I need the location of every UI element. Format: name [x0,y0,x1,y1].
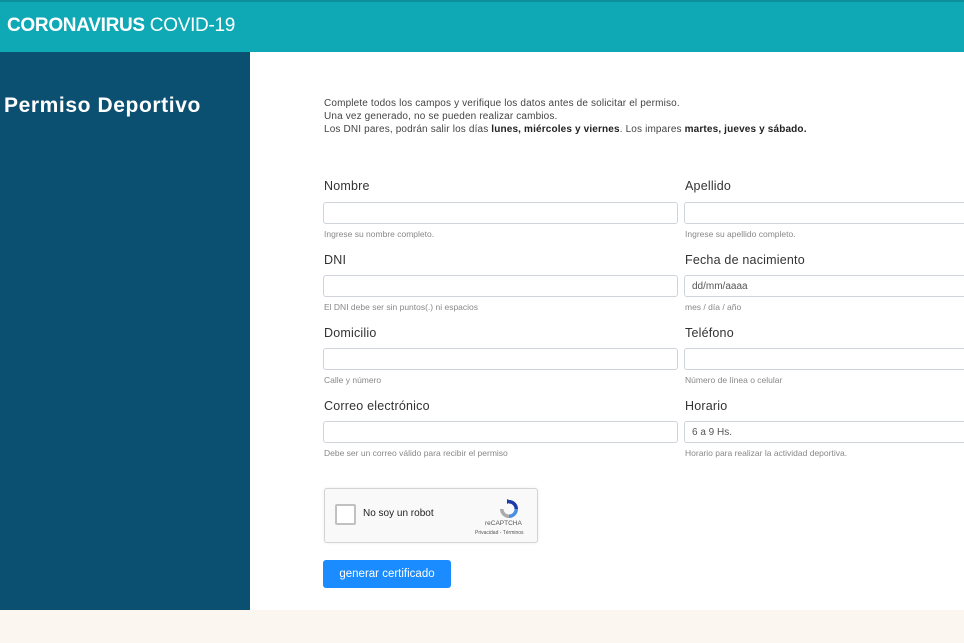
correo-input[interactable] [323,421,678,443]
intro-line-3: Los DNI pares, podrán salir los días lun… [324,123,807,136]
domicilio-label: Domicilio [324,326,377,340]
nombre-input[interactable] [323,202,678,224]
main-content: Complete todos los campos y verifique lo… [250,52,964,610]
apellido-label: Apellido [685,179,732,193]
telefono-help: Número de línea o celular [685,375,783,385]
intro-text: Complete todos los campos y verifique lo… [324,97,807,136]
telefono-label: Teléfono [685,326,734,340]
header-top-line [0,0,964,2]
intro-line-1: Complete todos los campos y verifique lo… [324,98,680,109]
generate-certificate-button[interactable]: generar certificado [323,560,451,588]
intro-line-3-even-days: lunes, miércoles y viernes [491,124,620,135]
correo-help: Debe ser un correo válido para recibir e… [324,448,508,458]
horario-select[interactable]: 6 a 9 Hs. [684,421,964,443]
intro-line-3-odd-days: martes, jueves y sábado. [684,124,807,135]
header-bar: CORONAVIRUS COVID-19 [0,0,964,52]
apellido-help: Ingrese su apellido completo. [685,229,796,239]
recaptcha-icon [500,499,518,518]
recaptcha-widget: No soy un robot reCAPTCHA Privacidad - T… [324,488,538,543]
fecha-input[interactable]: dd/mm/aaaa [684,275,964,297]
recaptcha-checkbox[interactable] [335,504,356,525]
apellido-input[interactable] [684,202,964,224]
sidebar: Permiso Deportivo [0,52,250,610]
intro-line-3-part-a: Los DNI pares, podrán salir los días [324,124,492,135]
fecha-label: Fecha de nacimiento [685,253,805,267]
fecha-help: mes / día / año [685,302,742,312]
header-title: CORONAVIRUS COVID-19 [7,15,235,37]
nombre-label: Nombre [324,179,370,193]
recaptcha-label: No soy un robot [363,508,434,519]
horario-label: Horario [685,399,728,413]
horario-help: Horario para realizar la actividad depor… [685,448,848,458]
page-title: Permiso Deportivo [4,94,201,117]
dni-label: DNI [324,253,347,267]
recaptcha-links[interactable]: Privacidad - Términos [475,530,524,536]
intro-line-3-part-c: . Los impares [619,124,685,135]
header-title-bold: CORONAVIRUS [7,15,145,36]
intro-line-2: Una vez generado, no se pueden realizar … [324,111,558,122]
header-title-light: COVID-19 [149,15,236,36]
nombre-help: Ingrese su nombre completo. [324,229,435,239]
recaptcha-brand: reCAPTCHA [485,520,522,527]
domicilio-help: Calle y número [324,375,382,385]
dni-input[interactable] [323,275,678,297]
telefono-input[interactable] [684,348,964,370]
domicilio-input[interactable] [323,348,678,370]
correo-label: Correo electrónico [324,399,430,413]
dni-help: El DNI debe ser sin puntos(.) ni espacio… [324,302,479,312]
